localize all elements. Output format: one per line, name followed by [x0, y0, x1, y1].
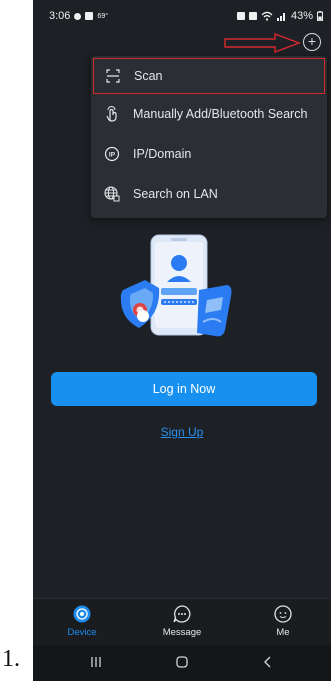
mute-icon — [248, 12, 257, 20]
recent-apps-button[interactable] — [81, 653, 111, 673]
nav-item-message[interactable]: Message — [147, 604, 217, 638]
bottom-nav: Device Message Me — [33, 598, 331, 645]
phone-screen: 3:06 69° 43% + Scan Manually Add/Bluetoo… — [33, 0, 331, 681]
login-illustration — [120, 234, 232, 337]
alarm-icon — [236, 12, 245, 20]
list-number: 1. — [2, 646, 20, 672]
menu-item-manual-add[interactable]: Manually Add/Bluetooth Search — [91, 94, 327, 134]
status-time: 3:06 — [49, 10, 71, 22]
nav-label: Device — [67, 627, 97, 638]
nav-item-device[interactable]: Device — [47, 604, 117, 638]
battery-percent: 43% — [290, 10, 313, 22]
lan-globe-icon — [103, 185, 121, 203]
signup-link[interactable]: Sign Up — [33, 425, 331, 439]
wifi-icon — [261, 11, 273, 21]
message-icon — [173, 605, 191, 623]
nav-label: Message — [162, 627, 202, 638]
nav-item-me[interactable]: Me — [248, 604, 318, 638]
system-nav-bar — [33, 645, 331, 681]
menu-item-ip-domain[interactable]: IP IP/Domain — [91, 134, 327, 174]
menu-item-label: Scan — [134, 69, 163, 83]
menu-item-scan[interactable]: Scan — [93, 58, 325, 94]
add-device-button[interactable]: + — [303, 33, 321, 51]
nav-label: Me — [276, 627, 290, 638]
login-button[interactable]: Log in Now — [51, 372, 317, 406]
scan-icon — [104, 67, 122, 85]
recent-apps-icon — [91, 657, 101, 667]
touch-icon — [103, 105, 121, 123]
menu-item-label: Manually Add/Bluetooth Search — [133, 107, 308, 121]
add-device-menu: Scan Manually Add/Bluetooth Search IP IP… — [91, 56, 327, 218]
svg-text:IP: IP — [109, 152, 116, 159]
back-button[interactable] — [253, 653, 283, 673]
menu-item-label: Search on LAN — [133, 187, 218, 201]
menu-item-label: IP/Domain — [133, 147, 192, 161]
profile-icon — [274, 605, 292, 623]
home-button[interactable] — [167, 653, 197, 673]
status-bar: 3:06 69° 43% — [33, 0, 331, 30]
notification-icon — [74, 12, 82, 20]
back-icon — [264, 656, 271, 668]
ip-icon: IP — [103, 145, 121, 163]
device-icon — [73, 605, 91, 623]
battery-icon — [317, 11, 323, 21]
gallery-icon — [85, 12, 94, 20]
home-icon — [176, 656, 188, 668]
menu-item-search-lan[interactable]: Search on LAN — [91, 174, 327, 214]
signal-icon — [276, 13, 285, 21]
status-temp: 69° — [97, 12, 109, 20]
annotation-arrow-icon — [224, 33, 301, 53]
